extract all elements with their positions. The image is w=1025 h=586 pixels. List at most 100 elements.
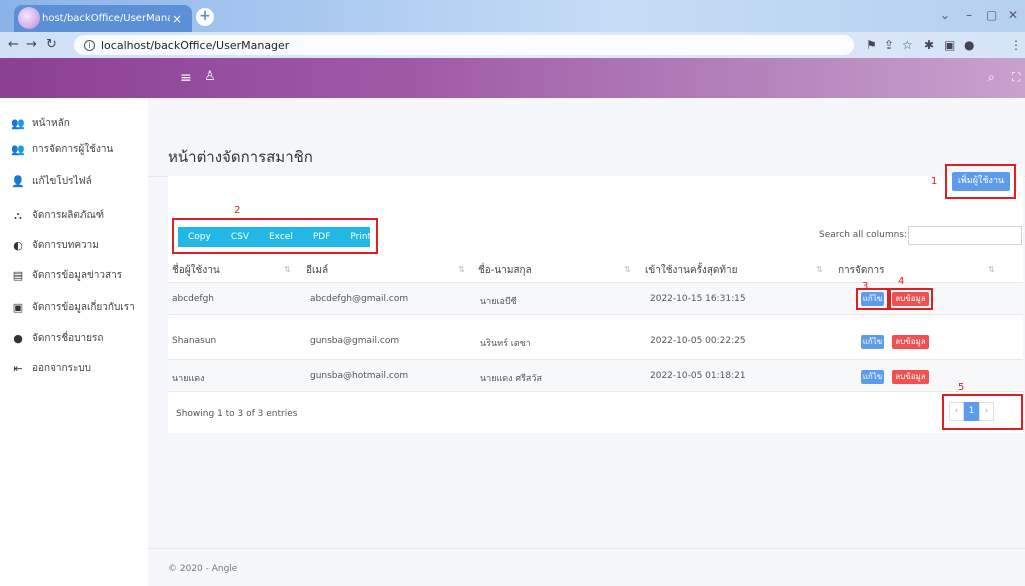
next-page-button[interactable]: ›	[979, 402, 994, 421]
profile-avatar-icon[interactable]: ●	[964, 38, 974, 52]
cell-last-login: 2022-10-15 16:31:15	[650, 294, 746, 304]
table-divider	[168, 391, 1023, 392]
annotation-1: 1	[931, 176, 938, 187]
table-info: Showing 1 to 3 of 3 entries	[176, 409, 298, 419]
sidebar-item-label: หน้าหลัก	[32, 118, 70, 129]
column-header-last-login[interactable]: เข้าใช้งานครั้งสุดท้าย	[645, 263, 737, 278]
delete-button[interactable]: ลบข้อมูล	[892, 335, 929, 349]
tab-close-icon[interactable]: ×	[170, 12, 184, 26]
address-bar: ← → ↻ i localhost/backOffice/UserManager…	[0, 32, 1025, 58]
annotation-2: 2	[234, 205, 241, 216]
column-header-email[interactable]: อีเมล์	[306, 263, 328, 278]
csv-button[interactable]: CSV	[221, 227, 259, 247]
footer-divider	[148, 548, 1025, 549]
sidebar-item-logout[interactable]: ⇤ ออกจากระบบ	[10, 361, 145, 376]
footer-text: © 2020 - Angle	[168, 564, 238, 574]
site-info-icon[interactable]: i	[84, 39, 95, 51]
forward-icon[interactable]: →	[26, 37, 37, 52]
star-icon[interactable]: ☆	[902, 38, 913, 52]
sitemap-icon: ⛬	[14, 208, 22, 222]
close-window-icon[interactable]: ✕	[1008, 8, 1018, 22]
sidebar-item-products[interactable]: ⛬ จัดการผลิตภัณฑ์	[10, 208, 145, 223]
sidebar-item-label: จัดการข้อมูลเกี่ยวกับเรา	[32, 302, 135, 313]
users-icon: 👥	[11, 143, 25, 156]
add-user-button[interactable]: เพิ่มผู้ใช้งาน	[952, 172, 1010, 191]
sort-icon[interactable]: ⇅	[816, 265, 823, 274]
sidebar-item-news[interactable]: ▤ จัดการข้อมูลข่าวสาร	[10, 268, 145, 283]
edit-button[interactable]: แก้ไข	[861, 370, 884, 384]
sidebar-item-edit-profile[interactable]: 👤 แก้ไขโปรไฟล์	[10, 174, 145, 189]
extensions-icon[interactable]: ✱	[924, 38, 934, 52]
reload-icon[interactable]: ↻	[46, 37, 57, 52]
sort-icon[interactable]: ⇅	[988, 265, 995, 274]
main-content: หน้าต่างจัดการสมาชิก 1 เพิ่มผู้ใช้งาน 2 …	[148, 98, 1025, 586]
new-tab-button[interactable]: +	[196, 8, 214, 26]
cell-last-login: 2022-10-05 01:18:21	[650, 371, 746, 381]
sidebar-item-label: ออกจากระบบ	[32, 363, 92, 374]
column-header-actions[interactable]: การจัดการ	[838, 263, 884, 278]
sidebar: 👥 หน้าหลัก 👥 การจัดการผู้ใช้งาน 👤 แก้ไขโ…	[0, 98, 148, 586]
sidebar-item-label: จัดการผลิตภัณฑ์	[32, 210, 105, 221]
document-icon: ▤	[12, 269, 24, 282]
cell-email: gunsba@gmail.com	[310, 336, 400, 346]
tab-search-icon[interactable]: ⌄	[940, 8, 950, 22]
sort-icon[interactable]: ⇅	[284, 265, 291, 274]
minimize-icon[interactable]: –	[966, 8, 972, 22]
search-label: Search all columns:	[819, 230, 908, 240]
page-1-button[interactable]: 1	[964, 402, 979, 421]
edit-button[interactable]: แก้ไข	[861, 335, 884, 349]
maximize-icon[interactable]: ▢	[986, 8, 997, 22]
sort-icon[interactable]: ⇅	[624, 265, 631, 274]
app-header: ≡ ♙ ⌕ ⛶	[0, 58, 1025, 98]
cell-email: abcdefgh@gmail.com	[310, 294, 409, 304]
print-button[interactable]: Print	[340, 227, 381, 247]
browser-tab[interactable]: host/backOffice/UserManager ×	[14, 5, 192, 32]
excel-button[interactable]: Excel	[259, 227, 303, 247]
sidebar-item-label: จัดการบทความ	[32, 240, 99, 251]
column-header-username[interactable]: ชื่อผู้ใช้งาน	[172, 263, 220, 278]
sidebar-item-articles[interactable]: ◐ จัดการบทความ	[10, 238, 145, 253]
browser-menu-icon[interactable]: ⋮	[1010, 38, 1022, 52]
users-icon: 👥	[11, 117, 25, 130]
sidebar-item-label: แก้ไขโปรไฟล์	[32, 176, 92, 187]
annotation-4: 4	[898, 276, 905, 287]
search-input[interactable]	[908, 226, 1022, 245]
fullscreen-icon[interactable]: ⛶	[1012, 70, 1020, 85]
back-icon[interactable]: ←	[8, 37, 19, 52]
url-text: localhost/backOffice/UserManager	[101, 38, 290, 52]
search-icon[interactable]: ⌕	[988, 70, 995, 85]
sidebar-item-label: จัดการชื่อบายรถ	[32, 333, 104, 344]
tab-title: host/backOffice/UserManager	[42, 13, 170, 24]
sidepanel-icon[interactable]: ▣	[944, 38, 955, 52]
browser-tab-bar: host/backOffice/UserManager × + ⌄ – ▢ ✕	[0, 0, 1025, 32]
export-button-group: Copy CSV Excel PDF Print	[178, 227, 371, 247]
column-header-fullname[interactable]: ชื่อ-นามสกุล	[478, 263, 532, 278]
pdf-button[interactable]: PDF	[303, 227, 341, 247]
sidebar-item-about[interactable]: ▣ จัดการข้อมูลเกี่ยวกับเรา	[10, 300, 145, 315]
logout-icon: ⇤	[13, 362, 23, 375]
sidebar-item-home[interactable]: 👥 หน้าหลัก	[10, 116, 145, 131]
sidebar-item-user-management[interactable]: 👥 การจัดการผู้ใช้งาน	[10, 142, 145, 157]
prev-page-button[interactable]: ‹	[949, 402, 964, 421]
delete-button[interactable]: ลบข้อมูล	[892, 370, 929, 384]
cell-fullname: นายแดง ศรีสวัส	[480, 374, 542, 384]
info-box-icon: ▣	[12, 301, 24, 314]
user-icon[interactable]: ♙	[204, 69, 216, 84]
contrast-icon: ◐	[13, 239, 23, 252]
menu-toggle-icon[interactable]: ≡	[180, 70, 192, 86]
cell-last-login: 2022-10-05 00:22:25	[650, 336, 746, 346]
url-input[interactable]: i localhost/backOffice/UserManager	[74, 35, 854, 55]
edit-button[interactable]: แก้ไข	[861, 292, 884, 306]
cell-email: gunsba@hotmail.com	[310, 371, 409, 381]
sidebar-item-cars[interactable]: ● จัดการชื่อบายรถ	[10, 331, 145, 346]
delete-button[interactable]: ลบข้อมูล	[892, 292, 929, 306]
sidebar-item-label: การจัดการผู้ใช้งาน	[32, 144, 114, 155]
table-divider	[168, 314, 1023, 315]
cell-username: abcdefgh	[172, 294, 215, 304]
translate-icon[interactable]: ⚑	[866, 38, 877, 52]
user-edit-icon: 👤	[11, 175, 25, 188]
share-icon[interactable]: ⇪	[884, 38, 894, 52]
sidebar-item-label: จัดการข้อมูลข่าวสาร	[32, 270, 123, 281]
sort-icon[interactable]: ⇅	[458, 265, 465, 274]
copy-button[interactable]: Copy	[178, 227, 221, 247]
